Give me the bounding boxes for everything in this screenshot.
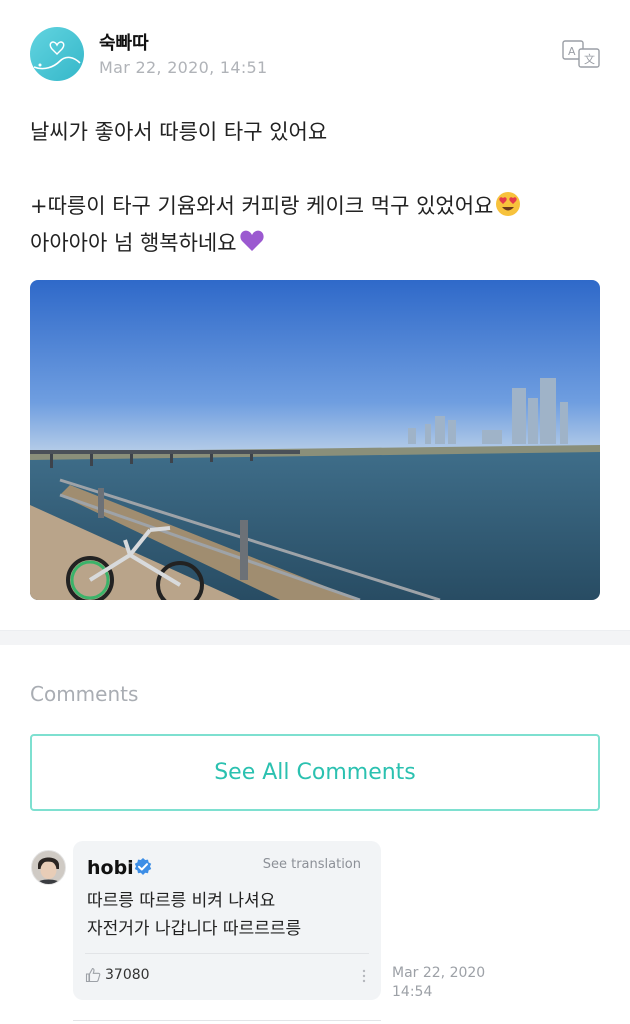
see-translation-link[interactable]: See translation bbox=[263, 857, 361, 872]
see-all-comments-button[interactable]: See All Comments bbox=[30, 734, 600, 811]
thumbs-up-icon bbox=[85, 967, 101, 983]
post-author-name[interactable]: 숙빠따 bbox=[99, 29, 149, 55]
translate-icon[interactable]: A 文 bbox=[562, 40, 600, 68]
comment-bubble: hobi See translation 따르릉 따르릉 비켜 나셔요 자전거가… bbox=[73, 841, 381, 1000]
post-photo[interactable] bbox=[30, 280, 600, 600]
comment-separator bbox=[85, 953, 369, 954]
more-options-icon[interactable] bbox=[359, 967, 369, 985]
section-divider bbox=[0, 630, 630, 645]
post-line-blank bbox=[30, 151, 600, 188]
post-line: 아아아아 넘 행복하네요 bbox=[30, 225, 600, 262]
like-button[interactable]: 37080 bbox=[85, 967, 150, 983]
comment-date-day: Mar 22, 2020 bbox=[392, 965, 486, 981]
post-header: 숙빠따 Mar 22, 2020, 14:51 A 文 bbox=[30, 27, 600, 83]
svg-text:A: A bbox=[568, 45, 576, 58]
svg-text:文: 文 bbox=[584, 52, 595, 66]
post-line: 날씨가 좋아서 따릉이 타구 있어요 bbox=[30, 120, 328, 144]
comment-author-name[interactable]: hobi bbox=[87, 857, 134, 879]
verified-badge-icon bbox=[134, 858, 152, 875]
comment-line: 따르릉 따르릉 비켜 나셔요 bbox=[87, 891, 276, 911]
commenter-avatar[interactable] bbox=[31, 850, 66, 885]
post-line: +따릉이 타구 기윰와서 커피랑 케이크 먹구 있었어요 bbox=[30, 188, 600, 225]
post-body: 날씨가 좋아서 따릉이 타구 있어요 +따릉이 타구 기윰와서 커피랑 케이크 … bbox=[30, 114, 600, 262]
comment-line: 자전거가 나갑니다 따르르르릉 bbox=[87, 919, 302, 939]
comment-text: 따르릉 따르릉 비켜 나셔요 자전거가 나갑니다 따르르르릉 bbox=[87, 887, 301, 943]
post-date: Mar 22, 2020, 14:51 bbox=[99, 58, 268, 77]
comments-heading: Comments bbox=[30, 682, 139, 706]
author-avatar[interactable] bbox=[30, 27, 84, 81]
comment-date-time: 14:54 bbox=[392, 984, 433, 1000]
comment-bottom-divider bbox=[73, 1020, 381, 1021]
comment-date: Mar 22, 2020 14:54 bbox=[392, 964, 502, 1002]
heart-eyes-emoji-icon bbox=[496, 192, 521, 216]
purple-heart-icon bbox=[239, 230, 264, 251]
like-count: 37080 bbox=[105, 967, 150, 983]
